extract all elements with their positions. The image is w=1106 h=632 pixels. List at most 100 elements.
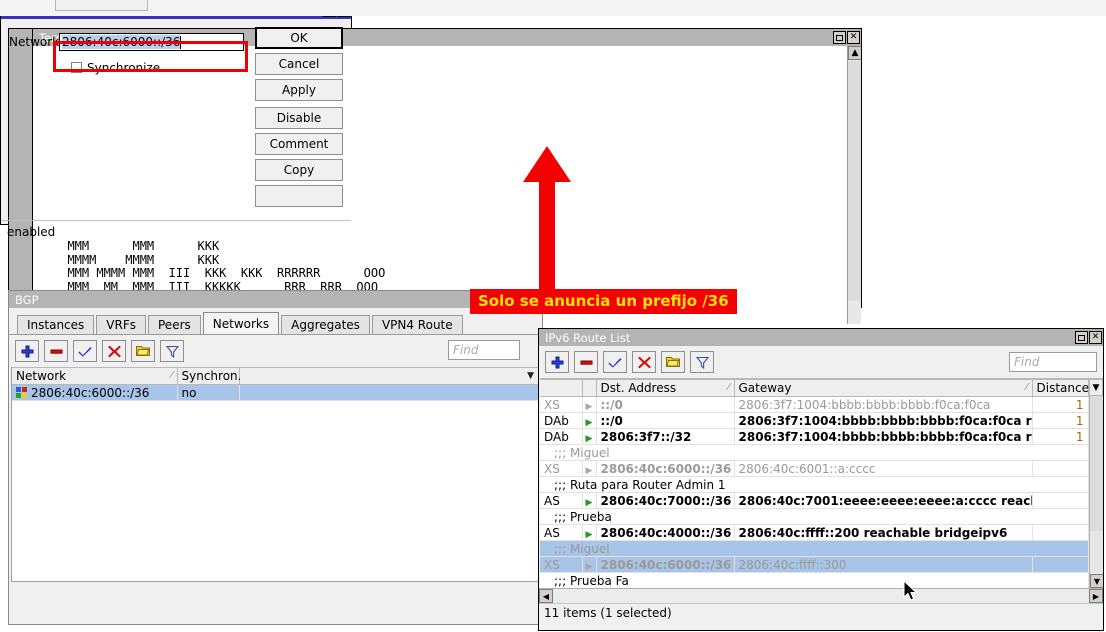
- disable-icon[interactable]: [102, 340, 126, 362]
- ipv6-col-gateway[interactable]: Gateway ⁄: [734, 380, 1032, 397]
- table-row[interactable]: XS▶2806:40c:6000::/362806:40c:ffff::300: [540, 557, 1088, 573]
- comment-row[interactable]: ;;; Miguel: [540, 445, 1088, 461]
- synchronize-checkbox[interactable]: [71, 62, 82, 73]
- route-gateway: 2806:3f7:1004:bbbb:bbbb:bbbb:f0ca:f0ca: [734, 397, 1032, 413]
- ipv6-horizontal-scrollbar[interactable]: ◀ ▶: [539, 588, 1103, 603]
- disable-icon[interactable]: [632, 351, 656, 373]
- remove-icon[interactable]: [44, 340, 68, 362]
- cancel-button[interactable]: Cancel: [255, 53, 343, 75]
- add-icon[interactable]: [15, 340, 39, 362]
- copy-button[interactable]: Copy: [255, 159, 343, 181]
- apply-button[interactable]: Apply: [255, 79, 343, 101]
- bgp-row-network[interactable]: 2806:40c:6000::/36: [12, 385, 177, 401]
- dialog-status-text: enabled: [7, 225, 55, 239]
- comment-row[interactable]: ;;; Miguel: [540, 541, 1088, 557]
- terminal-scroll-up-icon[interactable]: ▲: [848, 46, 861, 60]
- ipv6-routes-table[interactable]: Dst. Address ⁄ Gateway ⁄ Distance XS▶::/…: [540, 378, 1103, 588]
- tab-instances[interactable]: Instances: [17, 315, 94, 334]
- ipv6-scroll-thumb[interactable]: [1090, 394, 1103, 531]
- comment-row[interactable]: ;;; Ruta para Router Admin 1: [540, 477, 1088, 493]
- route-direction-icon: ▶: [582, 397, 596, 413]
- route-comment: ;;; Miguel: [540, 541, 1088, 557]
- ipv6-column-menu-button[interactable]: ▼: [1089, 379, 1103, 396]
- terminal-maximize-button[interactable]: [833, 31, 846, 44]
- comment-icon[interactable]: [131, 340, 155, 362]
- route-flags: DAb: [540, 413, 582, 429]
- tab-vpn4-routes[interactable]: VPN4 Route: [372, 315, 463, 334]
- table-row[interactable]: XS▶2806:40c:6000::/362806:40c:6001::a:cc…: [540, 461, 1088, 477]
- enable-icon[interactable]: [603, 351, 627, 373]
- table-row[interactable]: AS▶2806:40c:4000::/362806:40c:ffff::200 …: [540, 525, 1088, 541]
- comment-row[interactable]: ;;; Prueba Fa: [540, 573, 1088, 589]
- ipv6-col-icon[interactable]: [582, 380, 596, 397]
- ipv6-close-button[interactable]: ✕: [1089, 331, 1102, 344]
- tab-vpn4-routes-label: VPN4 Route: [382, 318, 453, 332]
- bgp-find-input[interactable]: Find: [448, 340, 520, 360]
- ipv6-route-list-window[interactable]: IPv6 Route List ✕ Find: [538, 328, 1104, 631]
- disable-button[interactable]: Disable: [255, 107, 343, 129]
- annotation-arrow-icon: [515, 140, 585, 300]
- ipv6-col-flags[interactable]: [540, 380, 582, 397]
- bgp-window[interactable]: BGP Instances VRFs Peers Networks Aggreg…: [8, 290, 543, 625]
- bgp-col-synchronize[interactable]: Synchron...: [177, 368, 239, 385]
- enable-icon[interactable]: [73, 340, 97, 362]
- table-row[interactable]: DAb▶2806:3f7::/322806:3f7:1004:bbbb:bbbb…: [540, 429, 1088, 445]
- ok-button[interactable]: OK: [255, 27, 343, 49]
- filter-icon[interactable]: [160, 340, 184, 362]
- route-distance: 1: [1032, 429, 1088, 445]
- route-gateway: 2806:3f7:1004:bbbb:bbbb:bbbb:f0ca:f0ca r…: [734, 413, 1032, 429]
- table-row[interactable]: XS▶::/02806:3f7:1004:bbbb:bbbb:bbbb:f0ca…: [540, 397, 1088, 413]
- ipv6-maximize-button[interactable]: [1075, 331, 1088, 344]
- route-distance: [1032, 525, 1088, 541]
- ipv6-status-bar: 11 items (1 selected): [539, 603, 1103, 621]
- tab-vrfs[interactable]: VRFs: [96, 315, 146, 334]
- ipv6-vertical-scrollbar[interactable]: ▲ ▼: [1089, 379, 1103, 588]
- terminal-scroll-thumb[interactable]: [848, 61, 861, 301]
- bgp-col-network[interactable]: Network ⁄: [12, 368, 177, 385]
- table-row[interactable]: DAb▶::/02806:3f7:1004:bbbb:bbbb:bbbb:f0c…: [540, 413, 1088, 429]
- comment-button[interactable]: Comment: [255, 133, 343, 155]
- route-flags: XS: [540, 397, 582, 413]
- filter-icon[interactable]: [690, 351, 714, 373]
- ipv6-find-input[interactable]: Find: [1009, 352, 1097, 372]
- sort-ascending-icon: ⁄: [728, 382, 730, 393]
- ipv6-col-distance[interactable]: Distance: [1032, 380, 1088, 397]
- bgp-titlebar[interactable]: BGP: [9, 291, 542, 308]
- route-distance: 1: [1032, 397, 1088, 413]
- comment-icon[interactable]: [661, 351, 685, 373]
- tab-aggregates[interactable]: Aggregates: [281, 315, 370, 334]
- tab-instances-label: Instances: [27, 318, 84, 332]
- ipv6-hscroll-trough[interactable]: [554, 589, 1088, 603]
- tab-peers[interactable]: Peers: [148, 315, 201, 334]
- tab-networks[interactable]: Networks: [203, 312, 279, 334]
- ipv6-col-dst-address[interactable]: Dst. Address ⁄: [596, 380, 734, 397]
- table-row[interactable]: 2806:40c:6000::/36 no: [12, 385, 539, 401]
- ipv6-scroll-left-icon[interactable]: ◀: [539, 589, 553, 603]
- remove-icon[interactable]: [574, 351, 598, 373]
- route-direction-icon: ▶: [582, 525, 596, 541]
- route-flags: XS: [540, 461, 582, 477]
- bgp-col-menu[interactable]: ▼: [239, 368, 539, 385]
- terminal-close-button[interactable]: ✕: [847, 31, 860, 44]
- network-input[interactable]: 2806:40c:6000::/36: [59, 33, 244, 51]
- ipv6-titlebar[interactable]: IPv6 Route List ✕: [539, 329, 1103, 346]
- comment-row[interactable]: ;;; Prueba: [540, 509, 1088, 525]
- remove-button-partial[interactable]: [255, 185, 343, 207]
- bgp-row-network-value: 2806:40c:6000::/36: [31, 386, 149, 400]
- bgp-network-dialog[interactable]: BGP Network <2806:40c:6000::/36> ✕ Netwo…: [0, 0, 352, 225]
- table-row[interactable]: AS▶2806:40c:7000::/362806:40c:7001:eeee:…: [540, 493, 1088, 509]
- bgp-tabs[interactable]: Instances VRFs Peers Networks Aggregates…: [9, 312, 542, 334]
- ipv6-toolbar[interactable]: Find: [539, 346, 1103, 378]
- bgp-row-spacer: [239, 385, 539, 401]
- background-panel-chip: [55, 0, 148, 11]
- bgp-row-synchronize[interactable]: no: [177, 385, 239, 401]
- bgp-toolbar[interactable]: Find: [9, 335, 542, 367]
- dialog-button-column[interactable]: OK Cancel Apply Disable Comment Copy: [255, 27, 343, 211]
- ipv6-scroll-down-icon[interactable]: ▼: [1090, 574, 1103, 588]
- bgp-networks-table[interactable]: Network ⁄ Synchron... ▼ 2806:40c:6000::/…: [11, 367, 540, 582]
- add-icon[interactable]: [545, 351, 569, 373]
- terminal-vertical-scrollbar[interactable]: ▲: [847, 46, 861, 324]
- route-gateway: 2806:40c:ffff::200 reachable bridgeipv6: [734, 525, 1032, 541]
- ipv6-scroll-right-icon[interactable]: ▶: [1089, 589, 1103, 603]
- ipv6-col-dst-label: Dst. Address: [601, 381, 677, 395]
